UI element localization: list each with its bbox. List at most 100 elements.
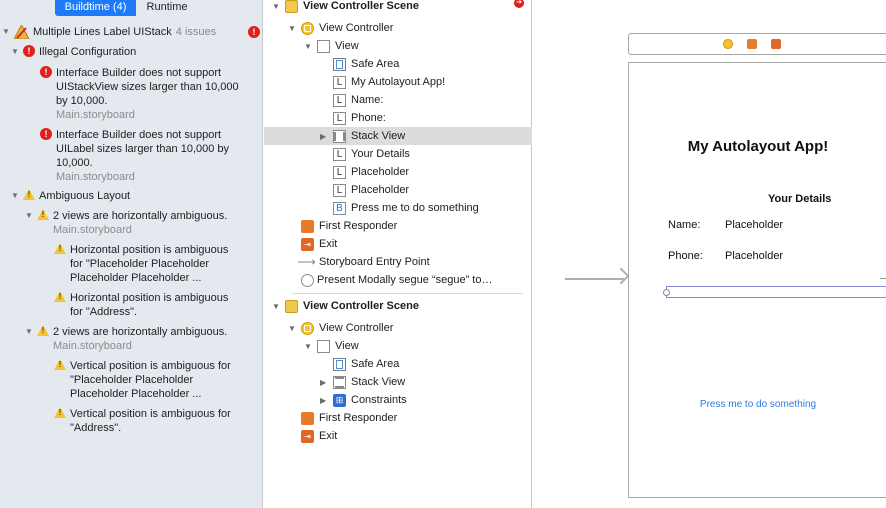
group-title: Illegal Configuration	[39, 46, 137, 58]
issue-item[interactable]: ! Interface Builder does not support UIS…	[40, 66, 239, 122]
disclosure-triangle-icon[interactable]: ▼	[25, 209, 34, 223]
issue-line: Vertical position is ambiguous for	[70, 408, 231, 420]
disclosure-triangle-icon[interactable]: ▼	[304, 42, 313, 51]
project-row[interactable]: ▼ Multiple Lines Label UIStack 4 issues	[2, 23, 217, 40]
error-arrow-icon[interactable]: ➔	[514, 0, 524, 8]
storyboard-canvas[interactable]: My Autolayout App! Your Details Name: Pl…	[533, 0, 886, 508]
outline-view-controller[interactable]: ▼ View Controller	[264, 319, 532, 337]
outline-view-controller[interactable]: ▼ View Controller	[264, 19, 532, 37]
outline-item[interactable]: L Your Details	[264, 145, 532, 163]
outline-item-selected[interactable]: ▶ Stack View	[264, 127, 532, 145]
issue-file: Main.storyboard	[56, 109, 135, 121]
warning-icon: !	[54, 359, 66, 370]
phone-label[interactable]: Phone:	[668, 250, 703, 262]
disclosure-triangle-icon[interactable]: ▼	[11, 45, 20, 59]
outline-label: Press me to do something	[351, 202, 479, 214]
warning-icon: !	[23, 189, 35, 200]
outline-item[interactable]: L My Autolayout App!	[264, 73, 532, 91]
issue-line: 10,000.	[56, 157, 93, 169]
outline-view[interactable]: ▼ View	[264, 337, 532, 355]
press-me-button[interactable]: Press me to do something	[629, 399, 886, 410]
issue-count: 4 issues	[175, 26, 217, 38]
outline-view[interactable]: ▼ View	[264, 37, 532, 55]
view-controller-icon	[301, 21, 314, 35]
view-controller-icon[interactable]	[723, 39, 733, 49]
outline-scene-2[interactable]: ▼ View Controller Scene	[264, 297, 532, 315]
resize-handle[interactable]	[663, 289, 670, 296]
outline-exit[interactable]: ⇥ Exit	[264, 427, 532, 445]
issue-item[interactable]: ! Horizontal position is ambiguous for "…	[54, 243, 228, 285]
group-ambiguous-layout[interactable]: ▼ ! Ambiguous Layout	[11, 189, 130, 203]
outline-item[interactable]: L Placeholder	[264, 163, 532, 181]
disclosure-triangle-icon[interactable]: ▶	[320, 378, 329, 387]
outline-label: Safe Area	[351, 58, 400, 70]
issue-line: Vertical position is ambiguous for	[70, 360, 231, 372]
outline-item[interactable]: ▶ ⊞ Constraints	[264, 391, 532, 409]
outline-item[interactable]: B Press me to do something	[264, 199, 532, 217]
disclosure-triangle-icon[interactable]: ▼	[288, 24, 297, 33]
issue-line: Placeholder Placeholder ...	[70, 388, 202, 400]
issue-item[interactable]: ! Horizontal position is ambiguous for "…	[54, 291, 228, 319]
issue-line: Interface Builder does not support	[56, 67, 222, 79]
name-label[interactable]: Name:	[668, 219, 700, 231]
outline-first-responder[interactable]: First Responder	[264, 409, 532, 427]
outline-item[interactable]: ▶ Stack View	[264, 373, 532, 391]
disclosure-triangle-icon[interactable]: ▼	[25, 325, 34, 339]
button-icon: B	[333, 201, 346, 215]
scene-title: View Controller Scene	[303, 300, 419, 312]
app-title-label[interactable]: My Autolayout App!	[629, 138, 886, 155]
scene-icon	[285, 0, 298, 13]
issue-line: Horizontal position is ambiguous	[70, 244, 229, 256]
document-outline: ▼ View Controller Scene ➔ ▼ View Control…	[264, 0, 532, 508]
outline-item[interactable]: Safe Area	[264, 355, 532, 373]
disclosure-triangle-icon[interactable]: ▶	[320, 132, 329, 141]
issue-navigator: Buildtime (4) Runtime ▼ Multiple Lines L…	[0, 0, 263, 508]
label-icon: L	[333, 147, 346, 161]
subgroup[interactable]: ▼ ! 2 views are horizontally ambiguous. …	[25, 209, 227, 237]
outline-scene-1[interactable]: ▼ View Controller Scene ➔	[264, 0, 532, 15]
outline-label: First Responder	[319, 412, 398, 424]
disclosure-triangle-icon[interactable]: ▼	[272, 302, 281, 311]
issue-line: for "Address".	[70, 306, 138, 318]
tab-buildtime[interactable]: Buildtime (4)	[55, 0, 136, 16]
view-controller-icon	[301, 321, 314, 335]
issue-line: Placeholder Placeholder ...	[70, 272, 202, 284]
subgroup[interactable]: ▼ ! 2 views are horizontally ambiguous. …	[25, 325, 227, 353]
disclosure-triangle-icon[interactable]: ▼	[11, 189, 20, 203]
disclosure-triangle-icon[interactable]: ▶	[320, 396, 329, 405]
disclosure-triangle-icon[interactable]: ▼	[2, 25, 11, 39]
tab-runtime[interactable]: Runtime	[136, 0, 198, 16]
exit-icon: ⇥	[301, 429, 314, 443]
segue-line[interactable]	[880, 278, 886, 279]
outline-first-responder[interactable]: First Responder	[264, 217, 532, 235]
issue-item[interactable]: ! Interface Builder does not support UIL…	[40, 128, 229, 184]
name-value-label[interactable]: Placeholder	[725, 219, 783, 231]
outline-item[interactable]: Safe Area	[264, 55, 532, 73]
outline-item[interactable]: L Name:	[264, 91, 532, 109]
outline-item[interactable]: L Phone:	[264, 109, 532, 127]
phone-value-label[interactable]: Placeholder	[725, 250, 783, 262]
first-responder-icon[interactable]	[747, 39, 757, 49]
outline-label: View	[335, 40, 359, 52]
warning-icon: !	[54, 407, 66, 418]
scene-dock[interactable]	[628, 33, 886, 55]
outline-item[interactable]: L Placeholder	[264, 181, 532, 199]
outline-exit[interactable]: ⇥ Exit	[264, 235, 532, 253]
group-illegal-configuration[interactable]: ▼ ! Illegal Configuration	[11, 45, 136, 59]
outline-entry-point[interactable]: ⟶ Storyboard Entry Point	[264, 253, 532, 271]
selected-stack-view[interactable]	[663, 286, 886, 298]
issue-tabs: Buildtime (4) Runtime	[55, 0, 198, 16]
view-controller-frame[interactable]: My Autolayout App! Your Details Name: Pl…	[628, 62, 886, 498]
outline-segue[interactable]: Present Modally segue “segue” to…	[264, 271, 532, 289]
issue-line: "Address".	[70, 422, 122, 434]
issue-item[interactable]: ! Vertical position is ambiguous for "Pl…	[54, 359, 231, 401]
entry-arrow-icon: ⟶	[297, 254, 316, 269]
disclosure-triangle-icon[interactable]: ▼	[288, 324, 297, 333]
error-icon: !	[248, 26, 260, 38]
your-details-label[interactable]: Your Details	[768, 193, 831, 205]
disclosure-triangle-icon[interactable]: ▼	[272, 2, 281, 11]
disclosure-triangle-icon[interactable]: ▼	[304, 342, 313, 351]
issue-item[interactable]: ! Vertical position is ambiguous for "Ad…	[54, 407, 231, 435]
exit-icon[interactable]	[771, 39, 781, 49]
group-title: Ambiguous Layout	[39, 190, 131, 202]
